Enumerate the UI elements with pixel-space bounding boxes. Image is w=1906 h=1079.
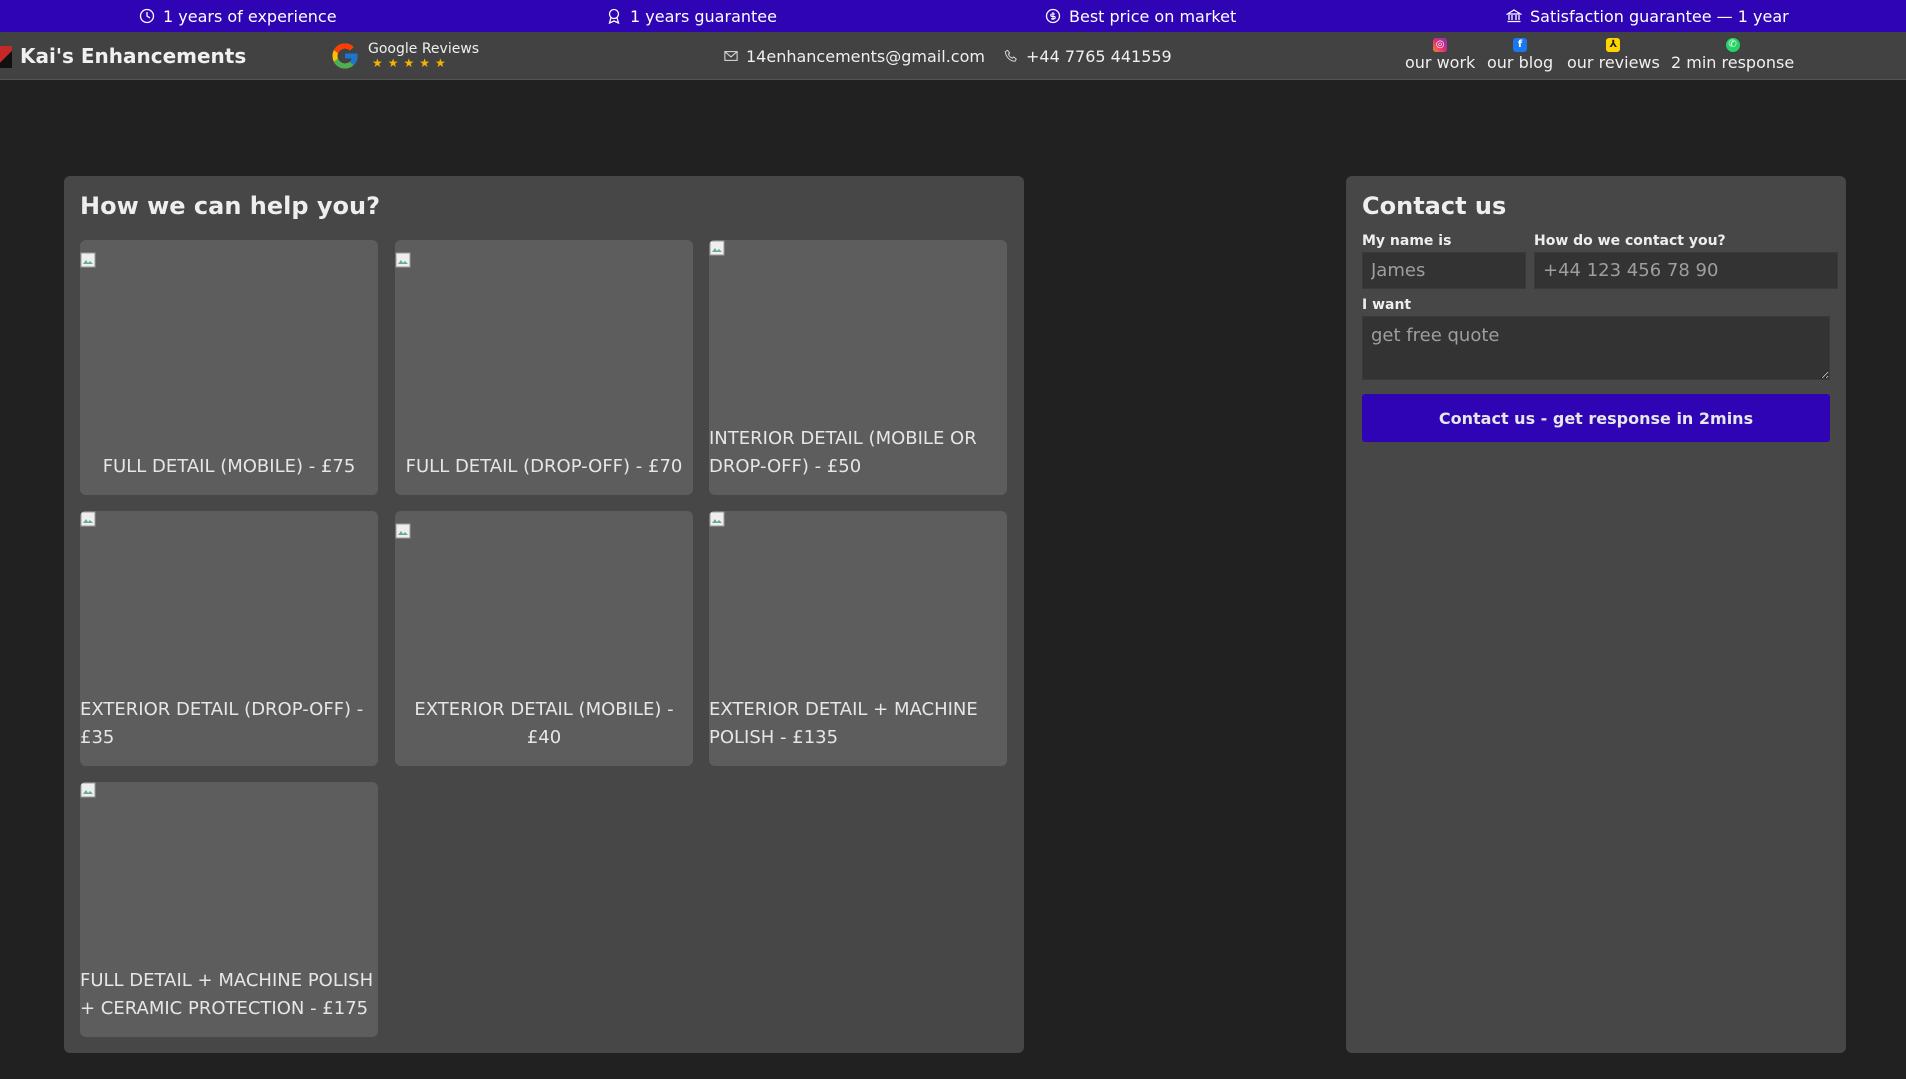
service-card[interactable]: EXTERIOR DETAIL (MOBILE) - £40 <box>395 511 693 766</box>
service-card[interactable]: FULL DETAIL (MOBILE) - £75 <box>80 240 378 495</box>
services-title: How we can help you? <box>80 192 381 220</box>
social-label: 2 min response <box>1671 53 1795 72</box>
broken-image-icon <box>709 511 725 527</box>
social-facebook[interactable]: f our blog <box>1487 38 1553 76</box>
google-reviews-badge[interactable]: Google Reviews ★★★★★ <box>330 38 479 74</box>
logo-icon[interactable] <box>0 46 12 68</box>
service-label: EXTERIOR DETAIL + MACHINE POLISH - £135 <box>709 699 978 748</box>
benefit-text: Satisfaction guarantee — 1 year <box>1530 6 1789 26</box>
instagram-icon: ◎ <box>1433 38 1448 52</box>
service-card[interactable]: INTERIOR DETAIL (MOBILE OR DROP-OFF) - £… <box>709 240 1007 495</box>
service-label: EXTERIOR DETAIL (MOBILE) - £40 <box>414 699 674 748</box>
benefit-text: 1 years guarantee <box>630 6 777 26</box>
broken-image-icon <box>395 252 411 268</box>
site-header: Kai's Enhancements Google Reviews ★★★★★ … <box>0 32 1906 80</box>
service-label: INTERIOR DETAIL (MOBILE OR DROP-OFF) - £… <box>709 428 977 477</box>
benefit-text: Best price on market <box>1069 6 1237 26</box>
service-card[interactable]: FULL DETAIL + MACHINE POLISH + CERAMIC P… <box>80 782 378 1037</box>
service-card[interactable]: EXTERIOR DETAIL (DROP-OFF) - £35 <box>80 511 378 766</box>
bank-icon <box>1506 9 1522 23</box>
service-label: FULL DETAIL + MACHINE POLISH + CERAMIC P… <box>80 970 374 1019</box>
service-label: FULL DETAIL (MOBILE) - £75 <box>102 456 356 477</box>
social-label: our work <box>1405 53 1476 72</box>
phone-icon <box>1004 49 1017 62</box>
social-label: our reviews <box>1567 53 1660 72</box>
service-card[interactable]: FULL DETAIL (DROP-OFF) - £70 <box>395 240 693 495</box>
benefit-price: Best price on market <box>1045 0 1236 32</box>
benefit-satisfaction: Satisfaction guarantee — 1 year <box>1506 0 1789 32</box>
social-yell[interactable]: ⅄ our reviews <box>1567 38 1660 76</box>
contact-submit-button[interactable]: Contact us - get response in 2mins <box>1362 394 1830 442</box>
reviews-title: Google Reviews <box>368 40 480 57</box>
request-textarea[interactable] <box>1362 316 1830 380</box>
services-panel: How we can help you? FULL DETAIL (MOBILE… <box>64 176 1024 1053</box>
rating-stars: ★★★★★ <box>372 56 451 71</box>
header-phone[interactable]: +44 7765 441559 <box>1004 32 1172 80</box>
header-email[interactable]: 14enhancements@gmail.com <box>724 32 985 80</box>
benefits-bar: 1 years of experience 1 years guarantee … <box>0 0 1906 32</box>
whatsapp-icon: ✆ <box>1725 38 1740 52</box>
broken-image-icon <box>80 782 96 798</box>
benefit-experience: 1 years of experience <box>139 0 337 32</box>
name-label: My name is <box>1362 233 1452 249</box>
mail-icon <box>724 51 738 61</box>
social-instagram[interactable]: ◎ our work <box>1405 38 1475 76</box>
phone-text: +44 7765 441559 <box>1026 46 1172 66</box>
service-label: EXTERIOR DETAIL (DROP-OFF) - £35 <box>80 699 364 748</box>
contact-title: Contact us <box>1362 192 1507 220</box>
coin-icon <box>1045 8 1061 24</box>
broken-image-icon <box>709 240 725 256</box>
yell-icon: ⅄ <box>1606 38 1621 52</box>
service-label: FULL DETAIL (DROP-OFF) - £70 <box>405 456 683 477</box>
brand-name[interactable]: Kai's Enhancements <box>20 32 246 80</box>
contact-method-label: How do we contact you? <box>1534 233 1726 249</box>
facebook-icon: f <box>1513 38 1528 52</box>
contact-method-input[interactable] <box>1534 252 1838 289</box>
social-whatsapp[interactable]: ✆ 2 min response <box>1671 38 1794 76</box>
google-logo-icon <box>332 43 358 69</box>
broken-image-icon <box>395 523 411 539</box>
award-icon <box>608 8 620 24</box>
benefit-text: 1 years of experience <box>163 6 337 26</box>
email-text: 14enhancements@gmail.com <box>746 46 985 66</box>
social-label: our blog <box>1487 53 1554 72</box>
service-card[interactable]: EXTERIOR DETAIL + MACHINE POLISH - £135 <box>709 511 1007 766</box>
clock-icon <box>139 8 155 24</box>
name-input[interactable] <box>1362 252 1526 289</box>
benefit-guarantee: 1 years guarantee <box>606 0 777 32</box>
broken-image-icon <box>80 511 96 527</box>
request-label: I want <box>1362 297 1412 313</box>
contact-panel: Contact us My name is How do we contact … <box>1346 176 1846 1053</box>
broken-image-icon <box>80 252 96 268</box>
